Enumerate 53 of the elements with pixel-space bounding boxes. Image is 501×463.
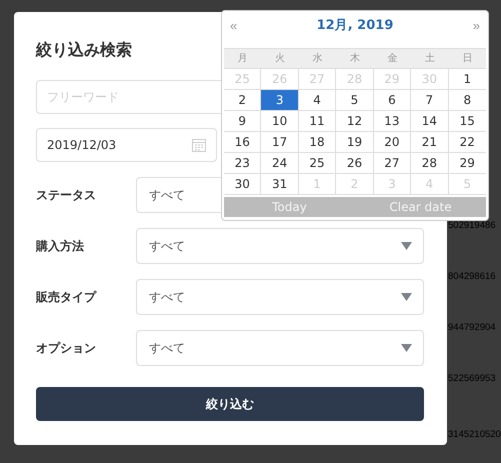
weekday-header: 日 [448, 49, 486, 69]
calendar-day[interactable]: 20 [374, 132, 412, 153]
calendar-day[interactable]: 30 [224, 174, 262, 195]
filter-dropdown[interactable]: すべて [136, 228, 424, 264]
calendar-day[interactable]: 5 [336, 90, 374, 111]
calendar-day[interactable]: 2 [224, 90, 262, 111]
dropdown-arrow-icon [401, 344, 412, 352]
filter-dropdown[interactable]: すべて [136, 330, 424, 366]
calendar-day[interactable]: 12 [336, 111, 374, 132]
filter-button[interactable]: 絞り込む [36, 387, 424, 421]
calendar-day[interactable]: 3 [261, 90, 299, 111]
calendar-day[interactable]: 25 [298, 153, 336, 174]
calendar-day[interactable]: 27 [374, 153, 412, 174]
calendar-day[interactable]: 23 [224, 153, 262, 174]
calendar-day[interactable]: 21 [411, 132, 449, 153]
calendar-day[interactable]: 4 [298, 90, 336, 111]
calendar-day[interactable]: 31 [261, 174, 299, 195]
calendar-day[interactable]: 13 [374, 111, 412, 132]
calendar-day[interactable]: 19 [336, 132, 374, 153]
calendar-day[interactable]: 9 [224, 111, 262, 132]
calendar-day[interactable]: 26 [336, 153, 374, 174]
table-cell-text: 804298616 [448, 270, 497, 283]
dropdown-arrow-icon [401, 293, 412, 301]
dialog-title: 絞り込み検索 [36, 39, 132, 61]
filter-label: オプション [36, 340, 97, 356]
calendar-day[interactable]: 7 [411, 90, 449, 111]
table-cell: 3145210520 [448, 428, 501, 441]
weekday-header: 土 [411, 49, 449, 69]
weekday-header: 金 [374, 49, 412, 69]
month-title: 12月, 2019 [316, 17, 394, 34]
weekday-header: 木 [336, 49, 374, 69]
weekday-header: 火 [261, 49, 299, 69]
calendar-day[interactable]: 16 [224, 132, 262, 153]
date-field[interactable]: 2019/12/03 [36, 128, 217, 162]
calendar-day[interactable]: 6 [374, 90, 412, 111]
calendar-day[interactable]: 14 [411, 111, 449, 132]
calendar-day[interactable]: 11 [298, 111, 336, 132]
filter-label: 販売タイプ [36, 288, 98, 306]
table-cell-text: 502919486 [448, 219, 497, 232]
filter-dropdown[interactable]: すべて [136, 279, 424, 315]
table-cell-text: 522569953 [448, 372, 497, 385]
calendar-day[interactable]: 18 [298, 132, 336, 153]
calendar-day[interactable]: 17 [261, 132, 299, 153]
weekday-header: 水 [298, 49, 336, 69]
calendar-day[interactable]: 10 [261, 111, 299, 132]
calendar-day[interactable]: 24 [261, 153, 299, 174]
dropdown-arrow-icon [401, 242, 412, 250]
table-cell-text: 944792904 [448, 321, 497, 334]
filter-label: ステータス [36, 186, 97, 204]
filter-label: 購入方法 [36, 238, 85, 254]
calendar-icon [192, 138, 206, 152]
calendar-day[interactable]: 28 [411, 153, 449, 174]
weekday-header: 月 [224, 49, 262, 69]
